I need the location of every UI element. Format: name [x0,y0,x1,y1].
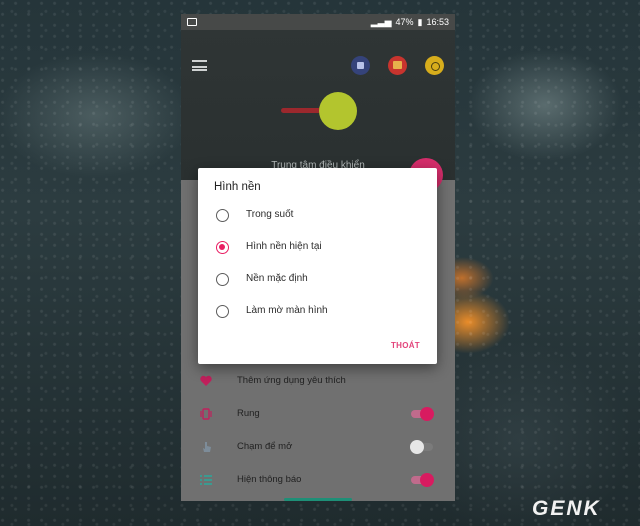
option-current-wallpaper[interactable]: Hình nền hiện tại [216,240,416,256]
notifications-toggle[interactable] [411,472,434,487]
option-transparent[interactable]: Trong suốt [216,208,416,224]
exit-button[interactable]: THOÁT [391,341,420,350]
setting-row-vibrate[interactable]: Rung [181,397,455,430]
clock: 16:53 [426,17,449,27]
setting-label: Thêm ứng dụng yêu thích [237,375,346,386]
tap-to-open-toggle[interactable] [410,439,433,454]
logo-mark-red [281,108,321,113]
option-blur-screen[interactable]: Làm mờ màn hình [216,304,416,320]
wallpaper-dialog: Hình nền Trong suốt Hình nền hiện tại Nề… [198,168,437,364]
radio-button[interactable] [216,273,229,286]
option-label: Hình nền hiện tại [246,241,322,252]
option-label: Nền mặc định [246,273,308,284]
menu-icon[interactable] [192,60,207,71]
setting-row-favorites[interactable]: Thêm ứng dụng yêu thích [181,364,455,397]
share-button-icon[interactable] [425,56,444,75]
gallery-icon [187,18,197,26]
vibrate-toggle[interactable] [411,406,434,421]
radio-button[interactable] [216,209,229,222]
setting-row-notifications[interactable]: Hiện thông báo [181,463,455,496]
setting-label: Chạm để mở [237,441,293,452]
setting-label: Rung [237,408,260,419]
battery-icon: ▮ [417,16,423,27]
status-bar: ▂▃▅ 47% ▮ 16:53 [181,14,455,30]
touch-icon [203,441,211,452]
genk-watermark: GENK [532,497,601,520]
radio-button[interactable] [216,305,229,318]
battery-level: 47% [395,17,414,27]
option-label: Làm mờ màn hình [246,305,328,316]
vibrate-icon [200,407,212,420]
settings-list: Thêm ứng dụng yêu thích Rung Chạm để mở … [181,364,455,496]
app-header [181,30,455,180]
setting-row-tap-to-open[interactable]: Chạm để mở [181,430,455,463]
nav-indicator [284,498,352,501]
like-button-icon[interactable] [351,56,370,75]
logo-mark-green [319,92,357,130]
option-label: Trong suốt [246,209,294,220]
dialog-title: Hình nền [214,181,261,193]
store-button-icon[interactable] [388,56,407,75]
setting-label: Hiện thông báo [237,474,302,485]
list-icon [200,474,212,485]
heart-icon [200,375,212,386]
radio-button-selected[interactable] [216,241,229,254]
option-default-background[interactable]: Nền mặc định [216,272,416,288]
signal-icon: ▂▃▅ [370,16,392,27]
